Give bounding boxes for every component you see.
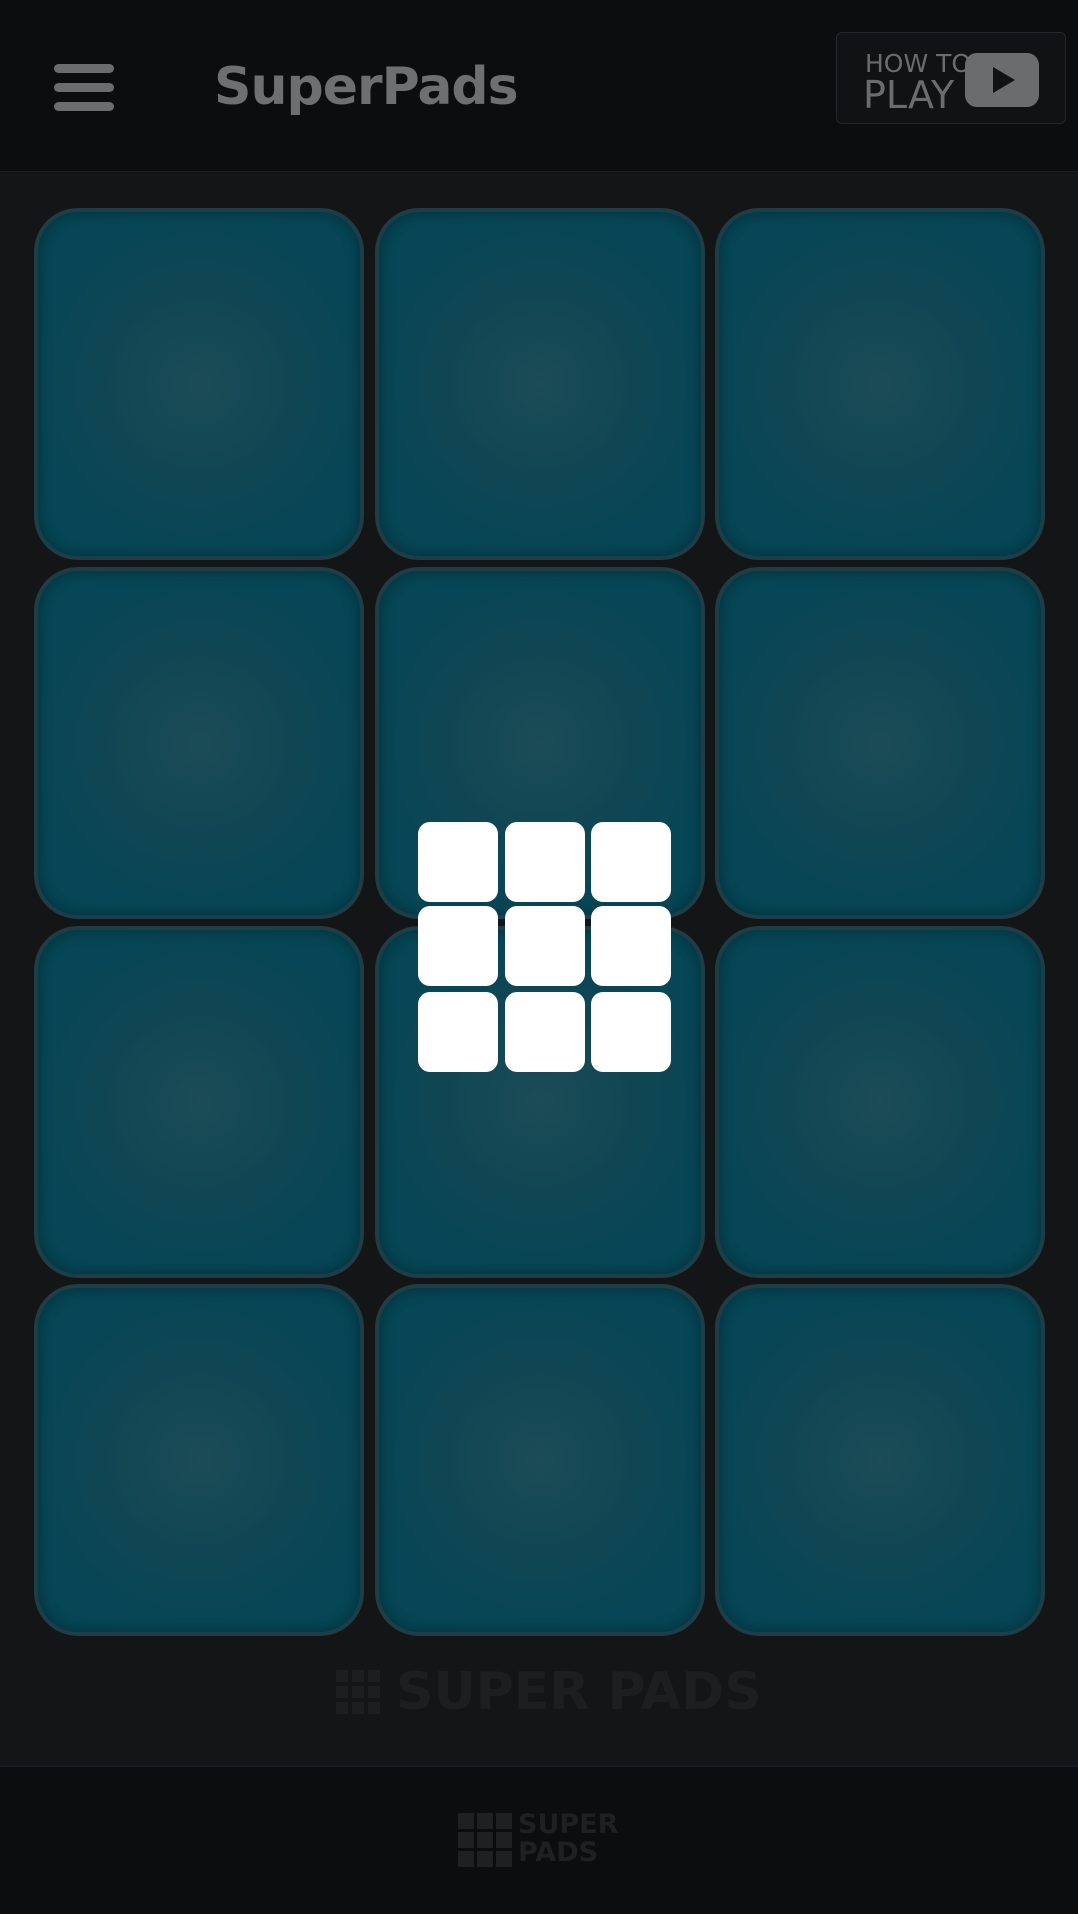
- how-to-play-button[interactable]: HOW TO PLAY: [836, 32, 1066, 124]
- footer-logo-line1: SUPER: [518, 1809, 619, 1840]
- footer-logo-line2: PADS: [518, 1837, 599, 1868]
- pad-1[interactable]: [34, 208, 364, 560]
- pad-grid-logo-icon: [458, 1813, 514, 1869]
- pad-2[interactable]: [375, 208, 705, 560]
- footer-logo-text: SUPER PADS: [518, 1811, 618, 1867]
- pad-6[interactable]: [715, 567, 1045, 919]
- hamburger-menu-icon[interactable]: [40, 52, 128, 122]
- pad-grid-logo-icon: [336, 1670, 380, 1714]
- footer-bar: SUPER PADS: [0, 1766, 1078, 1914]
- pad-grid-loading-icon: [418, 822, 672, 1072]
- superpads-app: SuperPads HOW TO PLAY SUPER PADS SUPER P…: [0, 0, 1078, 1914]
- pad-4[interactable]: [34, 567, 364, 919]
- brand-logo: SUPER PADS: [0, 1660, 1078, 1724]
- pad-12[interactable]: [715, 1284, 1045, 1636]
- top-bar: SuperPads HOW TO PLAY: [0, 0, 1078, 172]
- pad-3[interactable]: [715, 208, 1045, 560]
- pad-11[interactable]: [375, 1284, 705, 1636]
- pad-9[interactable]: [715, 926, 1045, 1278]
- youtube-play-icon: [965, 53, 1039, 107]
- pad-7[interactable]: [34, 926, 364, 1278]
- app-title: SuperPads: [214, 57, 519, 117]
- brand-text: SUPER PADS: [396, 1662, 762, 1722]
- footer-logo: SUPER PADS: [458, 1811, 622, 1869]
- pad-10[interactable]: [34, 1284, 364, 1636]
- how-to-play-label-bottom: PLAY: [863, 73, 955, 117]
